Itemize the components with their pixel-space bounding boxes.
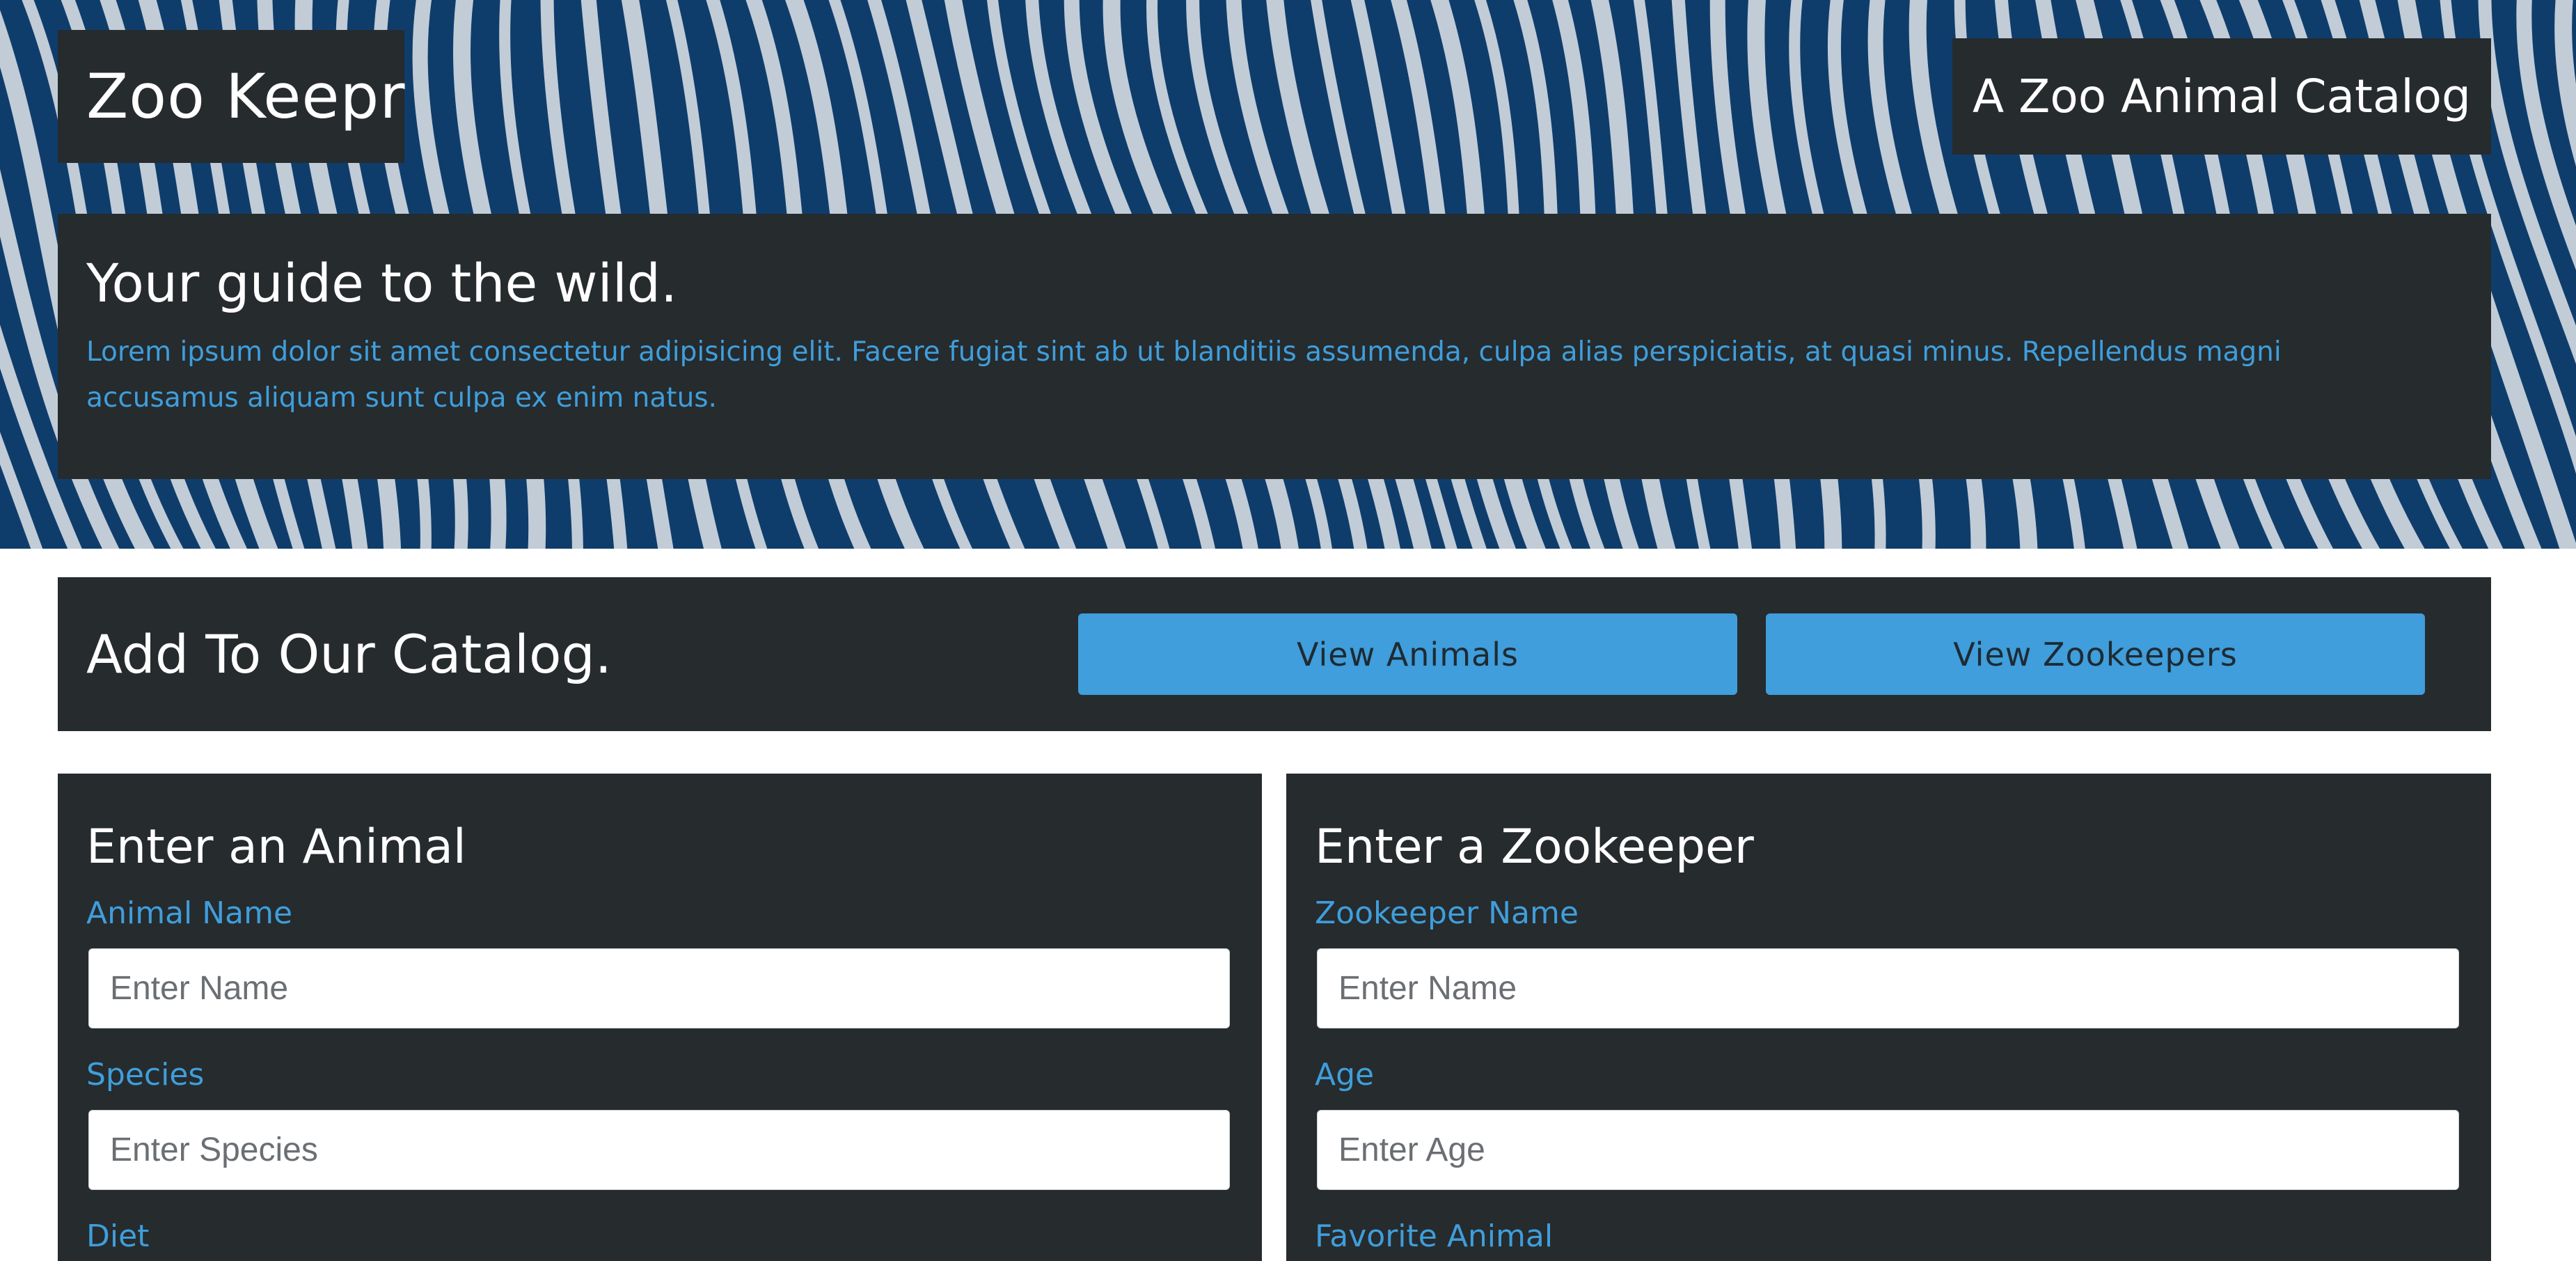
hero-banner: Zoo Keepr A Zoo Animal Catalog Your guid… [0,0,2576,549]
intro-panel: Your guide to the wild. Lorem ipsum dolo… [58,214,2491,479]
animal-name-label: Animal Name [86,895,293,931]
site-tagline: A Zoo Animal Catalog [1973,70,2471,123]
species-label: Species [86,1057,205,1092]
zookeeper-form: Enter a Zookeeper Zookeeper Name Age Fav… [1286,774,2491,1261]
intro-heading: Your guide to the wild. [86,252,678,314]
site-title[interactable]: Zoo Keepr [86,61,406,132]
animal-name-input[interactable] [88,948,1230,1028]
zookeeper-form-heading: Enter a Zookeeper [1315,820,1754,875]
zookeeper-name-input[interactable] [1317,948,2459,1028]
diet-label: Diet [86,1219,150,1254]
logo-box[interactable]: Zoo Keepr [58,30,406,163]
catalog-heading: Add To Our Catalog. [86,623,612,685]
age-input[interactable] [1317,1110,2459,1190]
catalog-bar: Add To Our Catalog. View Animals View Zo… [58,577,2491,731]
tagline-box: A Zoo Animal Catalog [1952,38,2491,155]
intro-text: Lorem ipsum dolor sit amet consectetur a… [86,336,2282,414]
zookeeper-name-label: Zookeeper Name [1315,895,1579,931]
animal-form: Enter an Animal Animal Name Species Diet [58,774,1262,1261]
species-input[interactable] [88,1110,1230,1190]
view-zookeepers-button[interactable]: View Zookeepers [1766,613,2425,695]
view-animals-button[interactable]: View Animals [1078,613,1737,695]
animal-form-heading: Enter an Animal [86,820,466,875]
favorite-animal-label: Favorite Animal [1315,1219,1554,1254]
age-label: Age [1315,1057,1375,1092]
